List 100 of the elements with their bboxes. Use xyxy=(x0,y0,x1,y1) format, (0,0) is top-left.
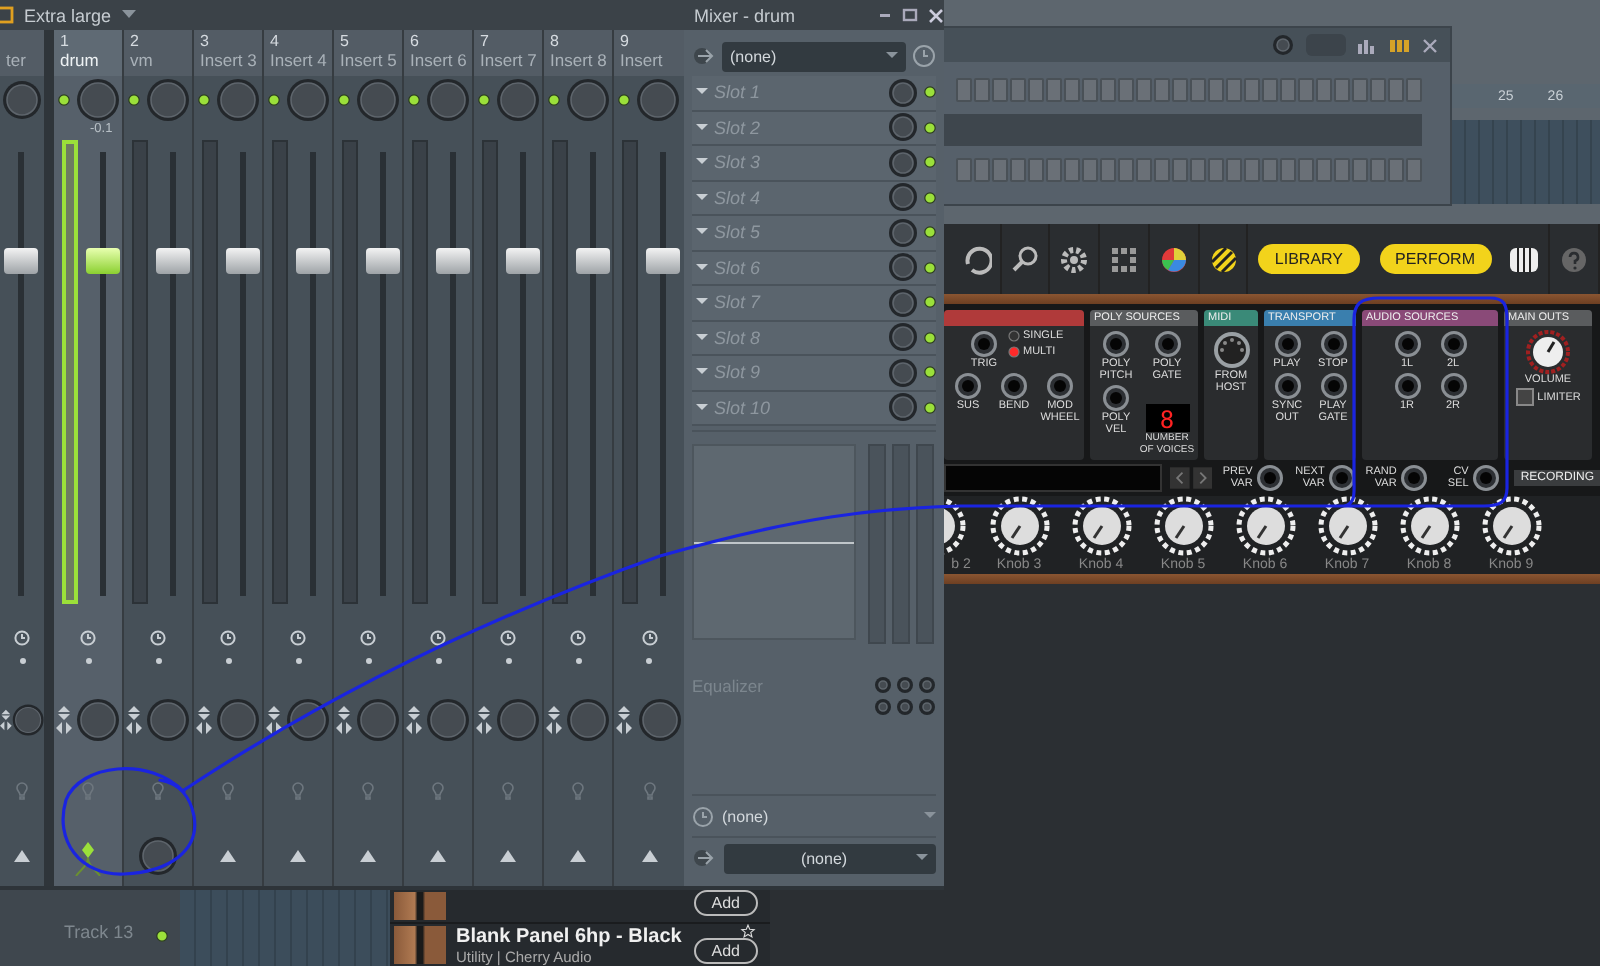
close-icon[interactable] xyxy=(928,7,944,23)
clock-icon[interactable] xyxy=(570,629,586,646)
triangle-icon[interactable] xyxy=(220,850,236,863)
jack-socket[interactable] xyxy=(1319,372,1347,401)
mixer-strip[interactable]: 6 Insert 6 xyxy=(404,30,474,886)
clock-icon[interactable] xyxy=(290,629,306,646)
led-indicator[interactable] xyxy=(924,156,936,169)
led-indicator[interactable] xyxy=(924,366,936,379)
minimize-icon[interactable] xyxy=(878,8,892,22)
arrows-icon[interactable] xyxy=(266,706,282,735)
led-indicator[interactable] xyxy=(924,86,936,99)
triangle-icon[interactable] xyxy=(430,850,446,863)
led-indicator[interactable] xyxy=(337,93,349,106)
led-indicator[interactable] xyxy=(197,93,209,106)
color-wheel-icon[interactable] xyxy=(1157,243,1190,275)
arrows-icon[interactable] xyxy=(476,706,492,735)
dial-knob[interactable] xyxy=(1399,496,1459,557)
dial-knob[interactable] xyxy=(1153,496,1213,557)
pan-knob[interactable] xyxy=(566,698,610,743)
clock-icon[interactable] xyxy=(500,629,516,646)
arrows-icon[interactable] xyxy=(406,706,422,735)
bulb-icon[interactable] xyxy=(572,781,584,800)
arrows-icon[interactable] xyxy=(196,706,212,735)
jack-socket[interactable] xyxy=(954,372,982,401)
jack-socket[interactable] xyxy=(1102,384,1130,413)
bulb-icon[interactable] xyxy=(222,781,234,800)
jack-socket[interactable] xyxy=(1439,330,1467,359)
jack-socket[interactable] xyxy=(1000,372,1028,401)
grid-icon[interactable] xyxy=(1108,243,1141,275)
led-indicator[interactable] xyxy=(924,296,936,309)
led-indicator[interactable] xyxy=(924,331,936,344)
dial-knob[interactable] xyxy=(989,496,1049,557)
settings-icon[interactable] xyxy=(1058,243,1091,275)
pan-knob[interactable] xyxy=(286,698,330,743)
pan-knob[interactable] xyxy=(496,698,540,743)
jack-socket[interactable] xyxy=(1153,330,1181,359)
led-indicator[interactable] xyxy=(547,93,559,106)
mixer-strip[interactable]: 3 Insert 3 xyxy=(194,30,264,886)
fader-thumb[interactable] xyxy=(646,248,680,275)
limiter-checkbox[interactable] xyxy=(1515,388,1534,407)
jack-socket[interactable] xyxy=(1273,372,1301,401)
fader-thumb[interactable] xyxy=(436,248,470,275)
jack-socket[interactable] xyxy=(1102,330,1130,359)
maximize-icon[interactable] xyxy=(902,8,918,22)
knob[interactable] xyxy=(1272,34,1294,56)
clock-icon[interactable] xyxy=(360,629,376,646)
star-icon[interactable] xyxy=(738,924,758,938)
pan-knob[interactable] xyxy=(146,698,190,743)
clock-icon[interactable] xyxy=(80,629,96,646)
jack-socket[interactable] xyxy=(1472,463,1501,492)
bulb-icon[interactable] xyxy=(362,781,374,800)
fader-thumb[interactable] xyxy=(576,248,610,275)
arrows-icon[interactable] xyxy=(126,706,142,735)
arrows-icon[interactable] xyxy=(0,706,12,735)
window-icon[interactable] xyxy=(0,6,14,24)
bulb-icon[interactable] xyxy=(643,781,655,800)
triangle-icon[interactable] xyxy=(290,850,306,863)
dial-knob[interactable] xyxy=(1235,496,1295,557)
striped-circle-icon[interactable] xyxy=(1207,243,1240,275)
pan-knob[interactable] xyxy=(76,698,120,743)
triangle-icon[interactable] xyxy=(500,850,516,863)
pan-knob[interactable] xyxy=(426,698,470,743)
fader-thumb[interactable] xyxy=(366,248,400,275)
mode-led[interactable] xyxy=(1007,330,1019,343)
graph-icon[interactable] xyxy=(1358,37,1378,53)
fader-thumb[interactable] xyxy=(226,248,260,275)
led-indicator[interactable] xyxy=(617,93,630,106)
preset-dropdown[interactable]: (none) xyxy=(722,41,906,71)
jack-socket[interactable] xyxy=(1256,463,1285,492)
jack-socket[interactable] xyxy=(1319,330,1347,359)
knob[interactable] xyxy=(2,79,42,120)
dial-knob[interactable] xyxy=(1071,496,1131,557)
volume-knob[interactable] xyxy=(1526,330,1570,375)
led-indicator[interactable] xyxy=(57,93,69,106)
pan-knob[interactable] xyxy=(637,698,682,743)
arrows-icon[interactable] xyxy=(616,706,633,735)
mixer-strip[interactable]: 5 Insert 5 xyxy=(334,30,404,886)
view-mode-label[interactable]: Extra large xyxy=(24,5,112,25)
clock-icon[interactable] xyxy=(430,629,446,646)
input-icon[interactable] xyxy=(692,44,716,68)
caret-icon[interactable] xyxy=(924,812,936,820)
triangle-icon[interactable] xyxy=(360,850,376,863)
output-icon[interactable] xyxy=(692,846,716,870)
led-indicator[interactable] xyxy=(407,93,419,106)
arrows-icon[interactable] xyxy=(336,706,352,735)
add-button[interactable]: Add xyxy=(693,938,758,964)
jack-socket[interactable] xyxy=(1393,372,1421,401)
triangle-icon[interactable] xyxy=(14,850,30,863)
fader-thumb[interactable] xyxy=(506,248,540,275)
jack-socket[interactable] xyxy=(1439,372,1467,401)
bulb-icon[interactable] xyxy=(16,781,28,800)
led-indicator[interactable] xyxy=(924,261,936,274)
mixer-strip[interactable]: 7 Insert 7 xyxy=(474,30,544,886)
arrows-icon[interactable] xyxy=(546,706,562,735)
bulb-icon[interactable] xyxy=(292,781,304,800)
led-indicator[interactable] xyxy=(924,226,936,239)
toolbar-button[interactable]: PERFORM xyxy=(1379,244,1491,274)
pan-knob[interactable] xyxy=(216,698,260,743)
mixer-strip[interactable]: 8 Insert 8 xyxy=(544,30,614,886)
help-icon[interactable] xyxy=(1558,243,1591,275)
